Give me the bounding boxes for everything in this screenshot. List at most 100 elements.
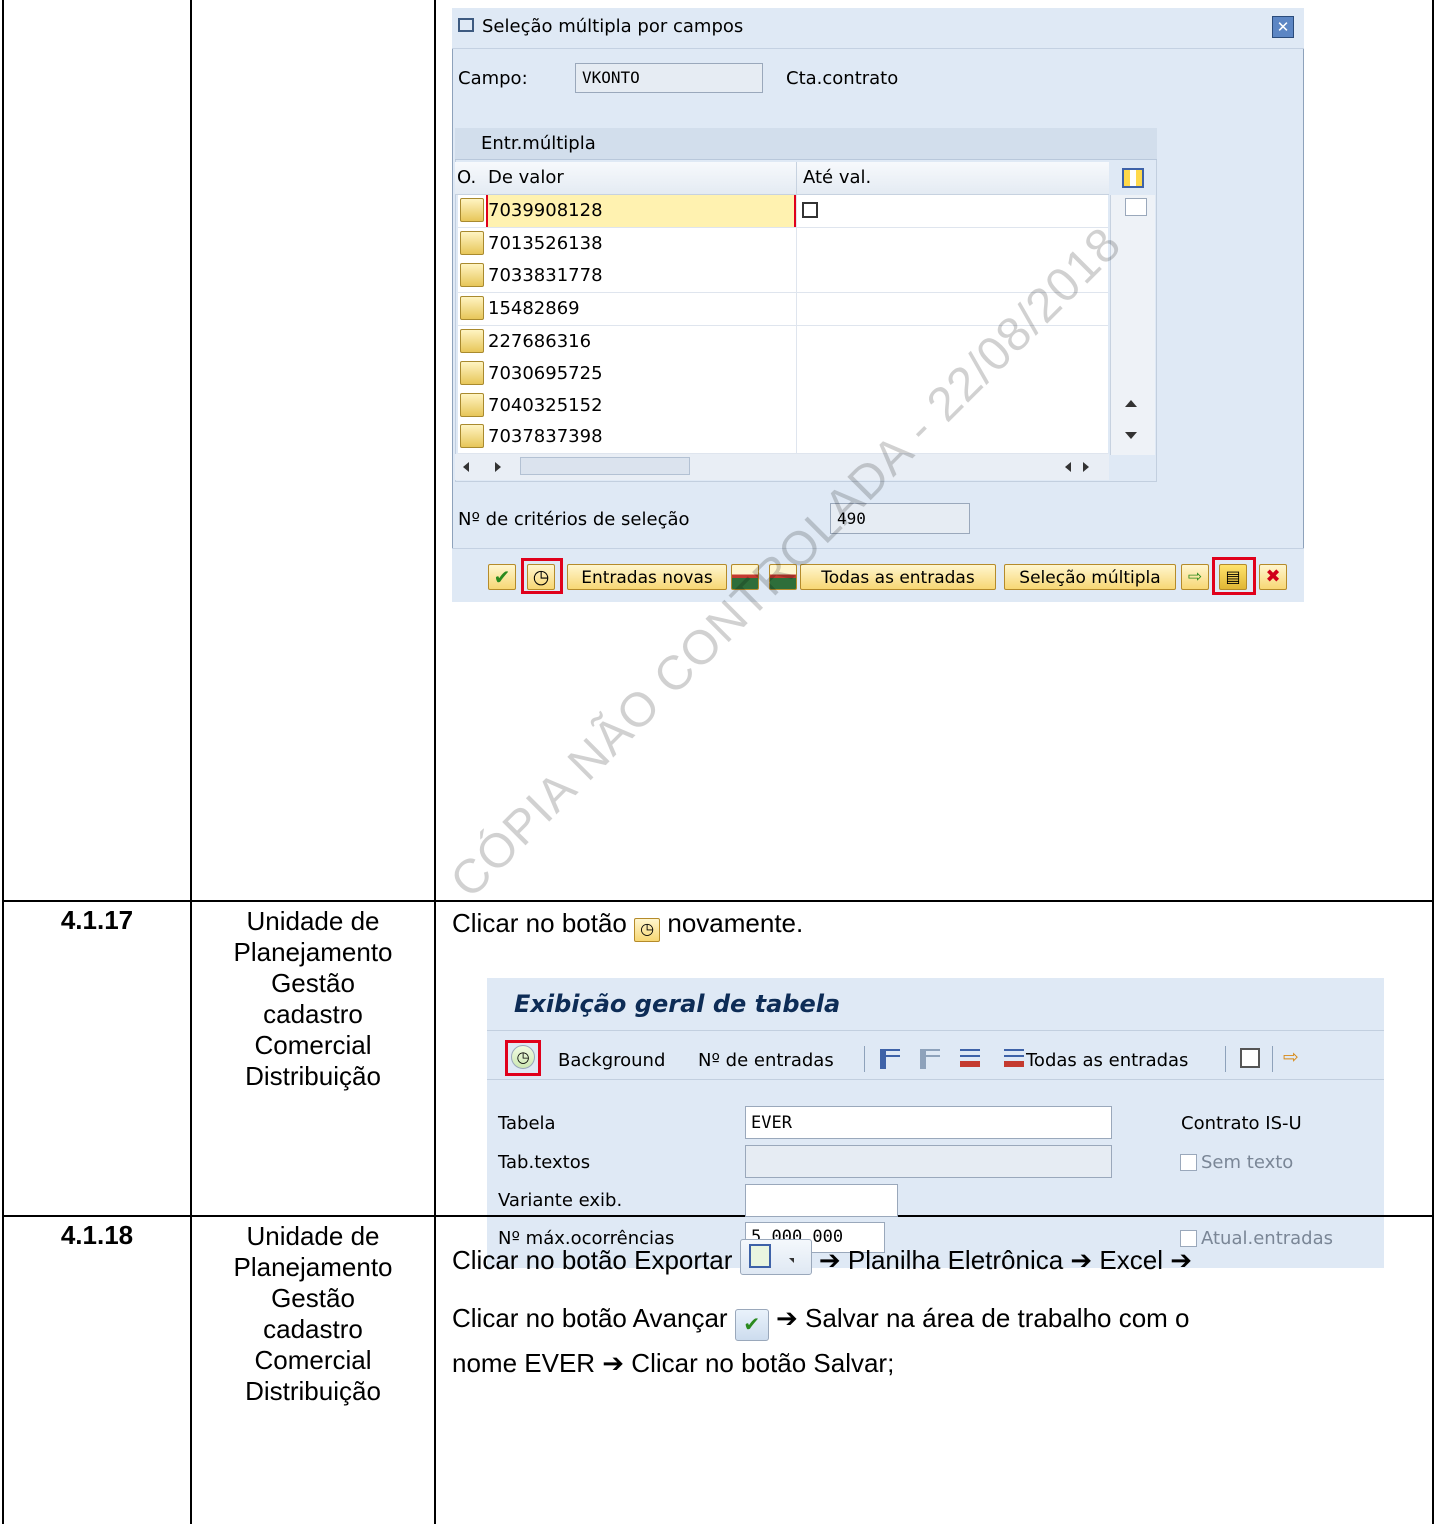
unit-line: Comercial [254,1030,372,1060]
scroll-left-icon[interactable] [463,462,469,472]
selection-option-icon[interactable] [460,296,484,320]
instruction-part: Clicar no botão [452,908,627,938]
dialog-title: Seleção múltipla por campos [482,16,744,37]
no-text-checkbox[interactable] [1180,1154,1197,1171]
import-icon[interactable]: ⇨ [1181,564,1209,590]
multiple-entry-tab-label: Entr.múltipla [481,133,596,154]
scroll-right-icon[interactable] [1083,462,1089,472]
selection-option-icon[interactable] [460,263,484,287]
all-entries-button[interactable]: Todas as entradas [1026,1050,1188,1071]
scroll-up-icon[interactable] [1125,400,1137,407]
scroll-thumb[interactable] [520,457,690,475]
column-config-icon[interactable] [1122,168,1144,188]
grid-vertical-scrollbar[interactable] [1110,195,1155,455]
cell-divider [796,195,797,227]
confirm-button[interactable]: ✔ [488,564,516,590]
from-value: 15482869 [488,298,580,319]
table-border-col2 [434,0,436,1524]
selection-option-icon[interactable] [460,393,484,417]
grid-header: O. De valor Até val. [455,162,1109,195]
selection-option-icon[interactable] [460,329,484,353]
field-name-box: VKONTO [575,63,763,93]
close-icon[interactable]: ✕ [1272,16,1294,38]
scroll-right-icon[interactable] [495,462,501,472]
grid-row[interactable]: 7013526138 [458,228,1108,261]
row-selector-box[interactable] [1125,198,1147,216]
display-variant-input[interactable] [745,1184,898,1217]
table-description: Contrato IS-U [1181,1113,1302,1134]
scroll-down-icon[interactable] [1125,432,1137,439]
dialog-title-bar: Seleção múltipla por campos ✕ [452,8,1304,49]
cancel-icon[interactable]: ✖ [1259,564,1287,590]
execute-icon: ◷ [634,918,661,942]
unit-line: cadastro [263,1314,363,1344]
table-border-left [2,0,4,1524]
selection-option-icon[interactable] [460,424,484,448]
unit-line: Unidade de [246,906,380,936]
unit-line: Gestão [271,968,355,998]
multiple-entry-tab[interactable]: Entr.múltipla [455,128,1157,160]
multiple-select-icon[interactable] [802,202,818,218]
grid-row[interactable]: 7039908128 [458,195,1108,228]
grid-row[interactable]: 7033831778 [458,260,1108,293]
unit-line: Planejamento [233,1252,393,1282]
cell-divider [796,390,797,422]
delete-all-icon[interactable] [1004,1049,1024,1069]
multiple-selection-button[interactable]: Seleção múltipla [1004,564,1176,590]
instruction-text: Clicar no botão ◷ novamente. [452,901,803,945]
selection-option-icon[interactable] [460,361,484,385]
cell-divider [796,326,797,358]
criteria-label: Nº de critérios de seleção [458,509,690,530]
step-number: 4.1.18 [60,1220,134,1250]
instruction-part: ➔ Salvar na área de trabalho com o [776,1303,1190,1333]
grid-row[interactable]: 7037837398 [458,421,1108,454]
delete-row-icon[interactable] [960,1049,980,1069]
toolbar-separator [864,1046,865,1072]
from-value: 227686316 [488,331,592,352]
instruction-part: Clicar no botão Exportar [452,1245,733,1275]
all-entries-button[interactable]: Todas as entradas [800,564,996,590]
from-value: 7040325152 [488,395,603,416]
col-divider [796,162,797,194]
settings-icon[interactable] [1240,1048,1260,1068]
text-table-label: Tab.textos [498,1152,591,1173]
exit-icon[interactable]: ⇨ [1283,1046,1299,1068]
upload-clipboard-icon[interactable]: ▤ [1219,564,1247,590]
col-from-header: De valor [488,167,564,188]
from-value: 7039908128 [488,200,603,221]
cell-divider [796,260,797,292]
unit-line: Gestão [271,1283,355,1313]
scroll-left-icon[interactable] [1065,462,1071,472]
table-row-divider-2 [2,1215,1434,1217]
unit-line: Distribuição [245,1061,381,1091]
col-o-header: O. [457,167,477,188]
instruction-line: nome EVER ➔ Clicar no botão Salvar; [452,1348,895,1378]
grid-row[interactable]: 7040325152 [458,390,1108,423]
execute-icon[interactable]: ◷ [511,1045,535,1069]
dialog-window-icon [458,18,474,32]
instruction-part: novamente. [667,908,804,938]
background-button[interactable]: Background [558,1050,665,1071]
cell-divider [796,293,797,325]
insert-row-icon[interactable] [920,1049,940,1069]
selection-option-icon[interactable] [460,231,484,255]
unit-line: Distribuição [245,1376,381,1406]
instruction-part: ➔ Planilha Eletrônica ➔ Excel ➔ [818,1245,1193,1275]
text-table-input[interactable] [745,1145,1112,1178]
selection-option-icon[interactable] [460,198,484,222]
unit-line: cadastro [263,999,363,1029]
insert-row-icon[interactable] [880,1049,900,1069]
col-to-header: Até val. [803,167,872,188]
number-of-entries-button[interactable]: Nº de entradas [698,1050,834,1071]
from-value: 7037837398 [488,426,603,447]
table-input[interactable]: EVER [745,1106,1112,1139]
execute-button[interactable]: ◷ [527,564,555,590]
from-value: 7030695725 [488,363,603,384]
cell-divider [796,228,797,260]
field-description: Cta.contrato [786,68,899,89]
responsible-unit: Unidade de Planejamento Gestão cadastro … [192,1221,434,1407]
new-entries-button[interactable]: Entradas novas [567,564,727,590]
grid-horizontal-scrollbar[interactable] [455,454,1109,480]
table-label: Tabela [498,1113,556,1134]
instruction-part: Clicar no botão Avançar [452,1303,728,1333]
